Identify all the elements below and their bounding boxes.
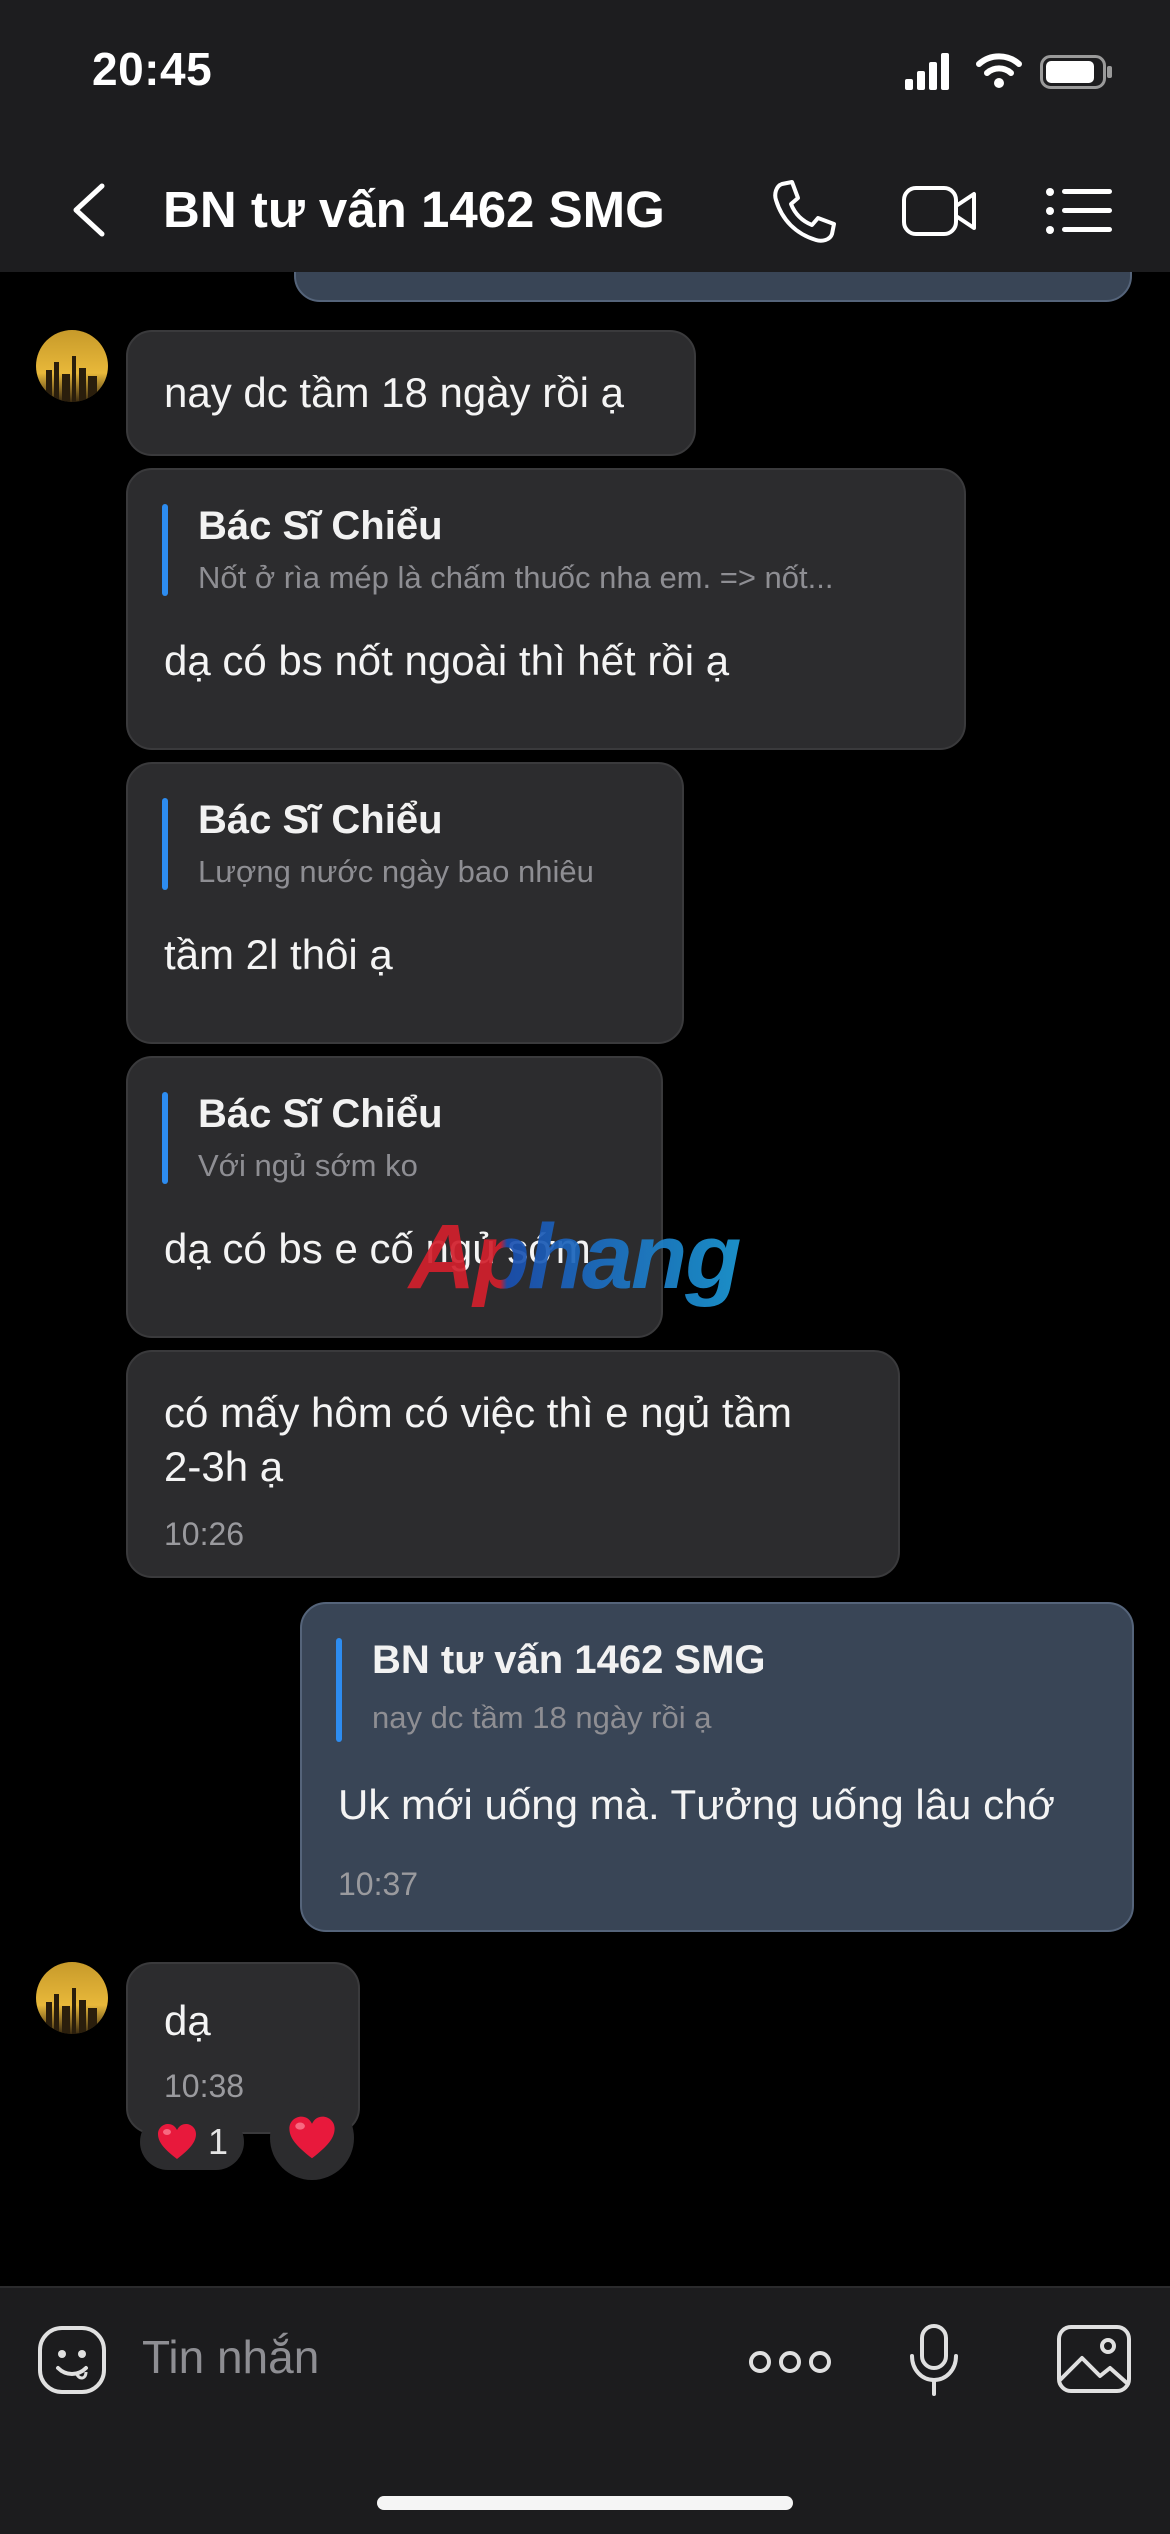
wifi-icon bbox=[976, 53, 1022, 88]
chat-title[interactable]: BN tư vấn 1462 SMG bbox=[163, 180, 665, 239]
quote-bar bbox=[162, 1092, 168, 1184]
sticker-icon[interactable] bbox=[36, 2324, 108, 2396]
quote-preview-text: nay dc tầm 18 ngày rồi ạ bbox=[372, 1700, 712, 1735]
quote-bar bbox=[162, 798, 168, 890]
message-input-bar: Tin nhắn bbox=[0, 2286, 1170, 2534]
avatar[interactable] bbox=[36, 330, 108, 402]
message-text: dạ có bs nốt ngoài thì hết rồi ạ bbox=[164, 637, 730, 684]
quote-sender-name: BN tư vấn 1462 SMG bbox=[372, 1638, 766, 1682]
message-bubble-outgoing[interactable]: BN tư vấn 1462 SMG nay dc tầm 18 ngày rồ… bbox=[300, 1602, 1134, 1932]
message-time: 10:37 bbox=[338, 1866, 419, 1902]
image-icon[interactable] bbox=[1056, 2324, 1132, 2394]
react-heart-button[interactable] bbox=[270, 2096, 354, 2180]
message-input[interactable]: Tin nhắn bbox=[142, 2330, 319, 2384]
reaction-summary[interactable]: 1 bbox=[140, 2114, 244, 2170]
message-text: Uk mới uống mà. Tưởng uống lâu chớ bbox=[338, 1781, 1055, 1828]
quote-preview-text: Với ngủ sớm ko bbox=[198, 1148, 418, 1183]
message-time: 10:26 bbox=[164, 1516, 245, 1552]
message-text: nay dc tầm 18 ngày rồi ạ bbox=[164, 369, 624, 416]
avatar[interactable] bbox=[36, 1962, 108, 2034]
home-indicator[interactable] bbox=[377, 2496, 793, 2510]
signal-icon bbox=[905, 53, 949, 90]
chat-header: BN tư vấn 1462 SMG bbox=[0, 150, 1170, 274]
phone-icon[interactable] bbox=[762, 174, 842, 248]
svg-text:Aphang: Aphang bbox=[407, 1206, 740, 1308]
heart-icon bbox=[289, 2116, 335, 2159]
message-bubble-incoming[interactable]: Bác Sĩ Chiểu Nốt ở rìa mép là chấm thuốc… bbox=[126, 468, 966, 750]
quote-preview-text: Nốt ở rìa mép là chấm thuốc nha em. => n… bbox=[198, 560, 834, 595]
message-text: tầm 2l thôi ạ bbox=[164, 931, 393, 978]
status-time: 20:45 bbox=[92, 43, 213, 95]
message-bubble-incoming[interactable]: nay dc tầm 18 ngày rồi ạ bbox=[126, 330, 696, 456]
quote-sender-name: Bác Sĩ Chiểu bbox=[198, 504, 443, 548]
quote-bar bbox=[162, 504, 168, 596]
message-text: có mấy hôm có việc thì e ngủ tầm bbox=[164, 1389, 792, 1436]
back-icon[interactable] bbox=[62, 176, 122, 244]
message-bubble-outgoing-partial[interactable] bbox=[294, 272, 1132, 302]
message-time: 10:38 bbox=[164, 2068, 245, 2104]
watermark-logo: Aphang bbox=[407, 1206, 742, 1308]
message-text: 2-3h ạ bbox=[164, 1443, 284, 1490]
battery-icon bbox=[1040, 55, 1112, 89]
video-call-icon[interactable] bbox=[900, 174, 980, 248]
quote-sender-name: Bác Sĩ Chiểu bbox=[198, 1092, 443, 1136]
message-bubble-incoming[interactable]: có mấy hôm có việc thì e ngủ tầm 2-3h ạ … bbox=[126, 1350, 900, 1578]
status-bar: 20:45 bbox=[0, 0, 1170, 150]
reaction-count: 1 bbox=[207, 2121, 229, 2162]
more-options-icon[interactable] bbox=[748, 2344, 832, 2380]
quote-sender-name: Bác Sĩ Chiểu bbox=[198, 798, 443, 842]
quote-preview-text: Lượng nước ngày bao nhiêu bbox=[198, 854, 594, 889]
message-text: dạ bbox=[164, 1997, 211, 2044]
heart-icon bbox=[157, 2124, 196, 2159]
message-bubble-incoming[interactable]: Bác Sĩ Chiểu Lượng nước ngày bao nhiêu t… bbox=[126, 762, 684, 1044]
list-menu-icon[interactable] bbox=[1040, 174, 1120, 248]
quote-bar bbox=[336, 1638, 342, 1742]
microphone-icon[interactable] bbox=[906, 2322, 962, 2398]
